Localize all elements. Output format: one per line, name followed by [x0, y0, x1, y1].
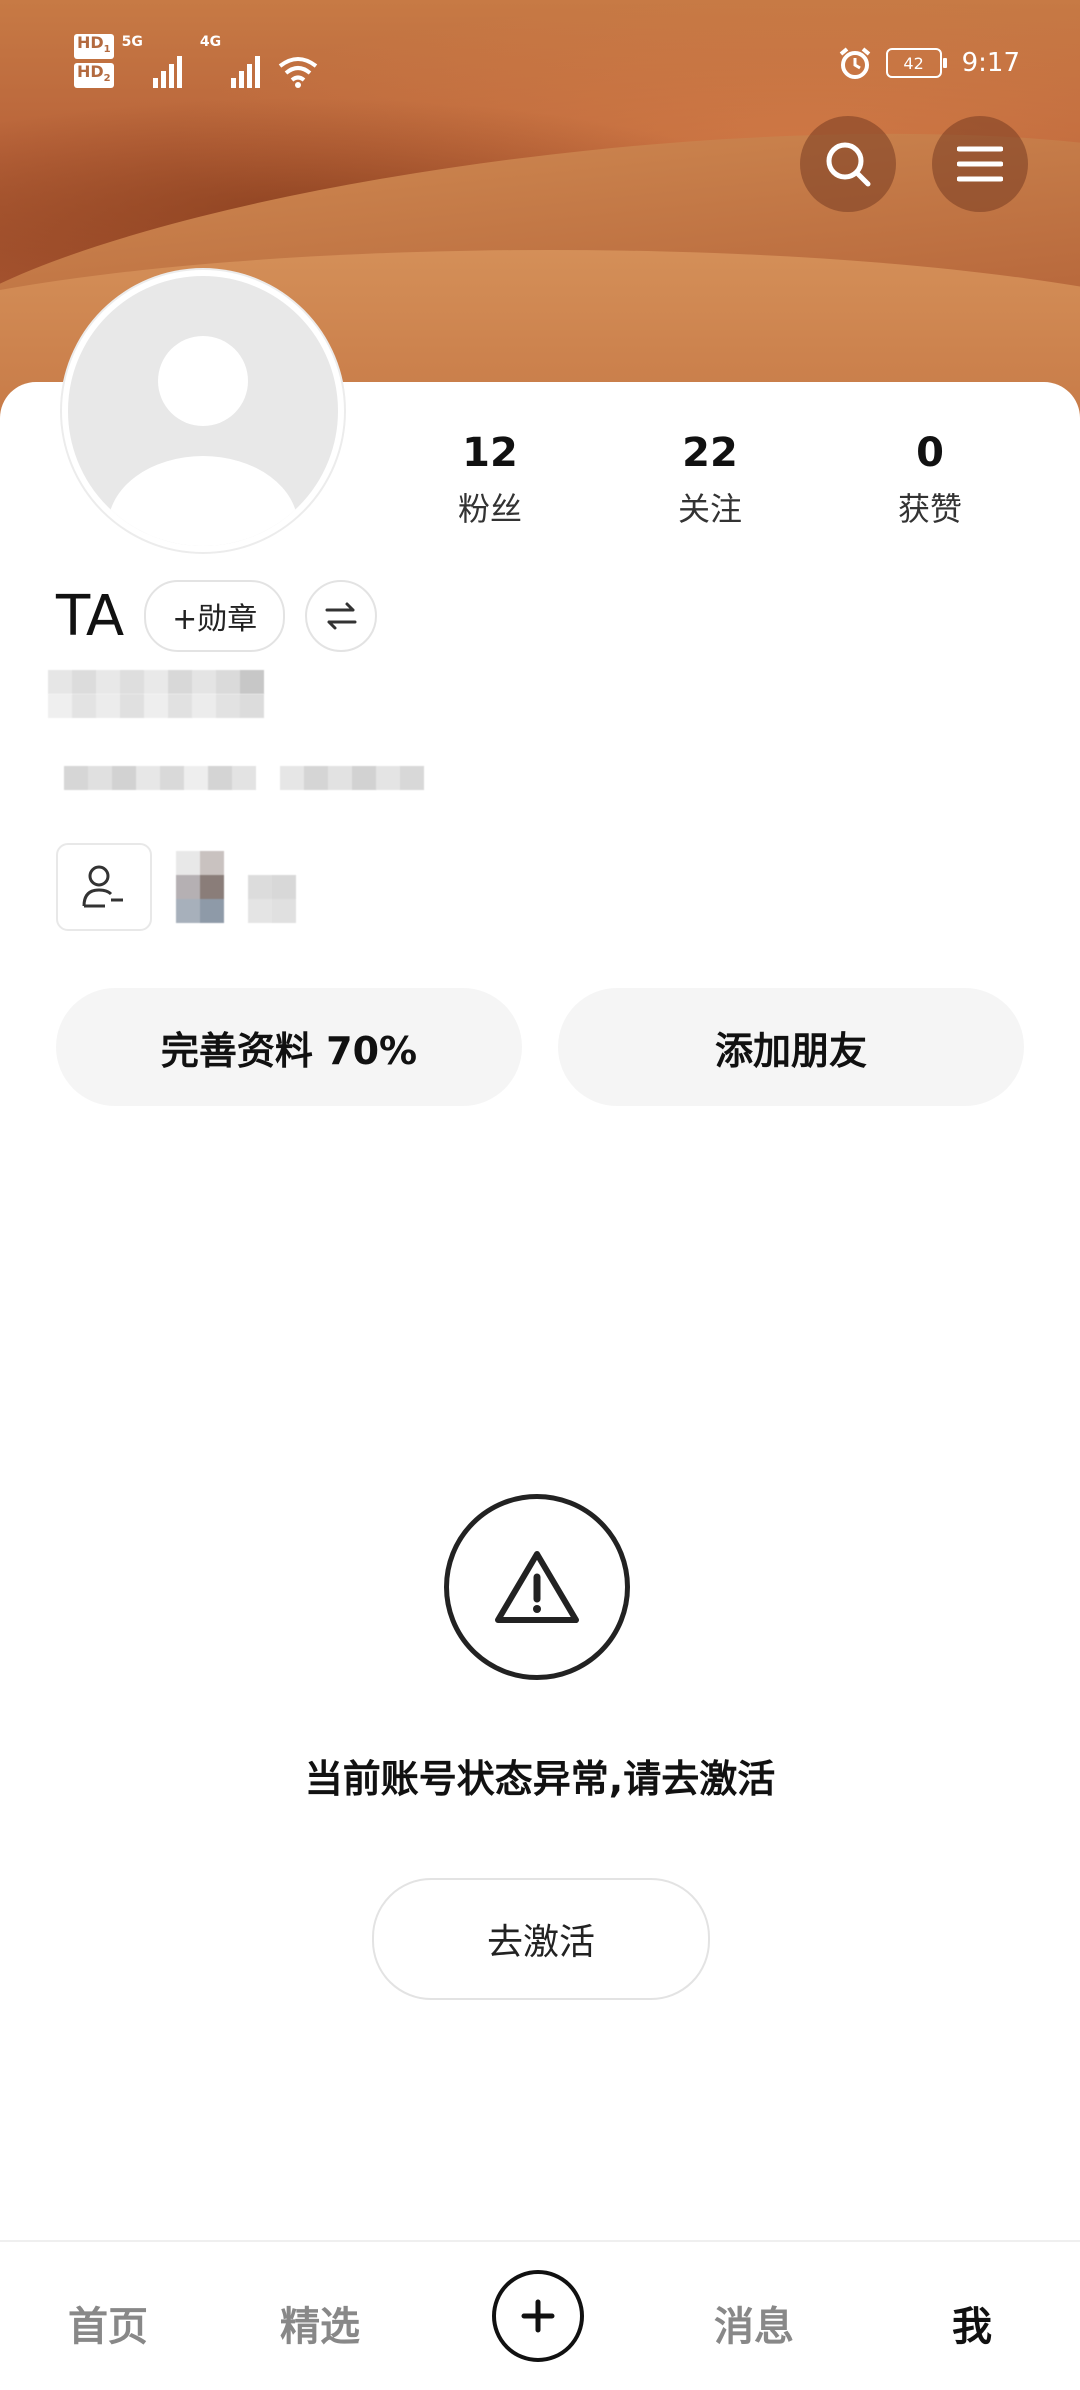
warning-icon: [495, 1551, 579, 1623]
find-friend-button[interactable]: [56, 843, 152, 931]
network-4g-label: 4G: [199, 34, 222, 50]
battery-icon: 42: [885, 48, 947, 78]
signal-icon: [152, 54, 182, 89]
warning-icon-circle: [444, 1494, 630, 1680]
add-person-icon: [82, 865, 123, 908]
clock-time: 9:17: [961, 48, 1020, 78]
wifi-icon: [278, 57, 318, 89]
signal-icon: [231, 54, 261, 89]
hd-indicator: HD1 HD2: [74, 34, 114, 89]
menu-button[interactable]: [932, 116, 1028, 212]
stat-value: 12: [462, 430, 518, 476]
redacted-id-line: [48, 670, 264, 694]
menu-icon: [957, 146, 1003, 182]
stat-followers[interactable]: 12 粉丝: [400, 430, 580, 530]
redacted-friend-preview: [176, 851, 296, 923]
plus-icon: [521, 2299, 555, 2333]
stat-label: 关注: [677, 490, 742, 528]
tab-messages[interactable]: 消息: [714, 2294, 794, 2352]
network-5g-label: 5G: [121, 34, 143, 50]
profile-stats: 12 粉丝 22 关注 0 获赞: [400, 430, 1020, 530]
search-icon: [826, 142, 871, 187]
profile-name: TA: [56, 583, 125, 649]
tab-me[interactable]: 我: [952, 2294, 992, 2352]
tab-featured[interactable]: 精选: [280, 2294, 360, 2352]
stat-value: 0: [916, 430, 944, 476]
redacted-info-line: [64, 766, 424, 790]
stat-likes[interactable]: 0 获赞: [840, 430, 1020, 530]
create-post-button[interactable]: [492, 2270, 584, 2362]
activate-button[interactable]: 去激活: [372, 1878, 710, 2000]
add-friend-button[interactable]: 添加朋友: [558, 988, 1024, 1106]
avatar[interactable]: [62, 270, 344, 552]
switch-account-button[interactable]: [305, 580, 378, 652]
account-abnormal-message: 当前账号状态异常,请去激活: [304, 1757, 776, 1801]
stat-value: 22: [682, 430, 738, 476]
stat-following[interactable]: 22 关注: [620, 430, 800, 530]
bottom-tab-bar: 首页 精选 消息 我: [0, 2240, 1080, 2390]
stat-label: 获赞: [897, 490, 962, 528]
tab-home[interactable]: 首页: [68, 2294, 148, 2352]
switch-icon: [325, 602, 357, 630]
status-bar: HD1 HD2 5G 4G 42 9:17: [0, 0, 1080, 130]
complete-profile-button[interactable]: 完善资料 70%: [56, 988, 522, 1106]
alarm-icon: [839, 47, 870, 79]
add-badge-button[interactable]: +勋章: [144, 580, 286, 652]
search-button[interactable]: [800, 116, 896, 212]
stat-label: 粉丝: [457, 490, 522, 528]
